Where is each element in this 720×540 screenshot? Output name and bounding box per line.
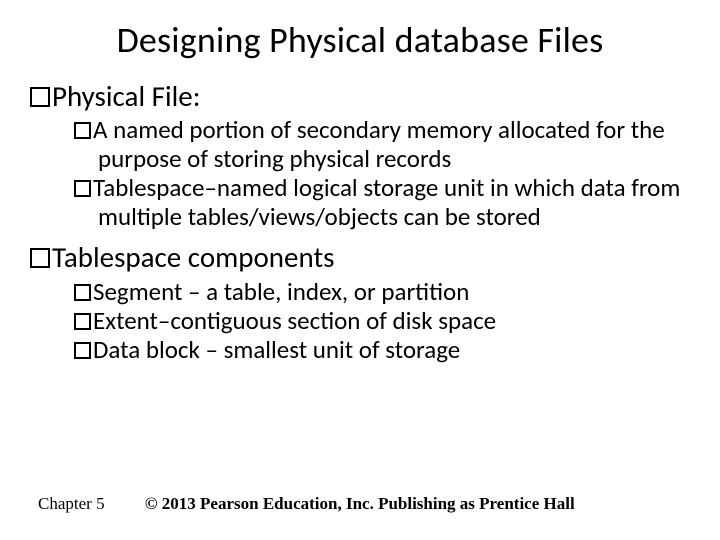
sub-item: Data block – smallest unit of storage — [74, 335, 690, 364]
slide: Designing Physical database Files Physic… — [0, 0, 720, 540]
sub-item: Segment – a table, index, or partition — [74, 277, 690, 306]
square-bullet-icon — [30, 248, 50, 268]
section-heading-tablespace-components: Tablespace components — [30, 241, 690, 274]
slide-title: Designing Physical database Files — [30, 18, 690, 62]
sub-item-text: Segment – a table, index, or partition — [93, 276, 469, 307]
sub-list: Segment – a table, index, or partition E… — [30, 277, 690, 364]
sub-list: A named portion of secondary memory allo… — [30, 115, 690, 231]
sub-item-text: Extent–contiguous section of disk space — [93, 305, 496, 336]
square-bullet-icon — [74, 342, 91, 359]
sub-item-text: Tablespace–named logical storage unit in… — [93, 172, 680, 232]
sub-item: Extent–contiguous section of disk space — [74, 306, 690, 335]
sub-item: Tablespace–named logical storage unit in… — [74, 173, 690, 231]
section-heading-physical-file: Physical File: — [30, 80, 690, 113]
square-bullet-icon — [30, 87, 50, 107]
sub-item-text: Data block – smallest unit of storage — [93, 334, 460, 365]
slide-footer: Chapter 5 © 2013 Pearson Education, Inc.… — [38, 494, 690, 514]
footer-copyright: © 2013 Pearson Education, Inc. Publishin… — [145, 494, 575, 513]
square-bullet-icon — [74, 180, 91, 197]
section-heading-text: Tablespace components — [52, 239, 335, 275]
sub-item-text: A named portion of secondary memory allo… — [93, 114, 665, 174]
section-heading-text: Physical File: — [52, 78, 200, 114]
square-bullet-icon — [74, 313, 91, 330]
footer-chapter: Chapter 5 — [38, 494, 105, 514]
sub-item: A named portion of secondary memory allo… — [74, 115, 690, 173]
square-bullet-icon — [74, 284, 91, 301]
square-bullet-icon — [74, 122, 91, 139]
